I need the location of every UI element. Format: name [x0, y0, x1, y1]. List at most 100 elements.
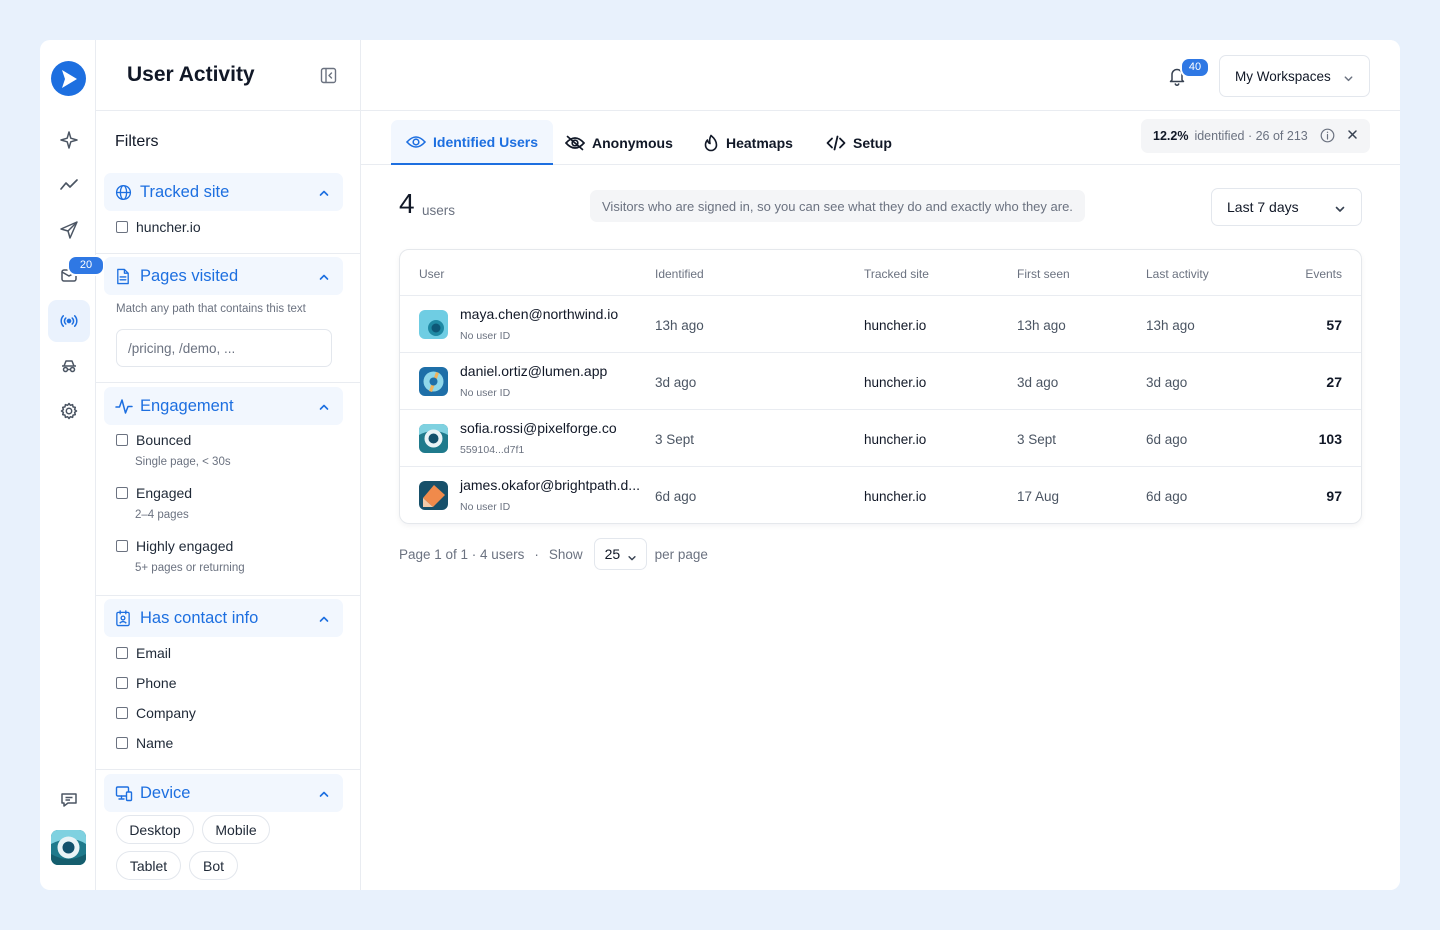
user-email[interactable]: sofia.rossi@pixelforge.co: [460, 420, 617, 436]
chevron-up-icon: [318, 269, 330, 288]
user-count-unit: users: [422, 203, 456, 218]
date-range-label: Last 7 days: [1227, 199, 1299, 215]
bounced-checkbox[interactable]: Bounced: [116, 432, 191, 448]
tab-label: Identified Users: [433, 133, 539, 150]
events-cell: 57: [1326, 317, 1342, 333]
path-filter-input[interactable]: [116, 329, 332, 367]
checkbox[interactable]: [116, 221, 128, 233]
table-header: User Identified Tracked site First seen …: [400, 250, 1361, 296]
bounced-description: Single page, < 30s: [135, 456, 231, 468]
last-activity-cell: 6d ago: [1146, 489, 1188, 504]
pages-visited-header[interactable]: Pages visited: [104, 257, 343, 295]
tab-heatmaps[interactable]: Heatmaps: [703, 120, 793, 165]
trend-icon[interactable]: [48, 164, 90, 206]
page-title: User Activity: [127, 63, 255, 86]
tracked-site-checkbox[interactable]: huncher.io: [116, 219, 201, 235]
identified-cell: 6d ago: [655, 489, 697, 504]
column-last-activity[interactable]: Last activity: [1146, 267, 1209, 281]
user-id: 559104...d7f1: [460, 444, 525, 456]
site-cell: huncher.io: [864, 375, 927, 390]
checkbox-label: Name: [136, 735, 174, 751]
per-page-label: per page: [654, 546, 708, 562]
checkbox-label: Highly engaged: [136, 538, 234, 554]
contact-card-icon: [115, 609, 133, 627]
checkbox-label: Bounced: [136, 432, 192, 448]
incognito-icon[interactable]: [48, 345, 90, 387]
phone-checkbox[interactable]: Phone: [116, 675, 176, 691]
user-avatar: [419, 424, 448, 453]
sparkle-icon[interactable]: [48, 119, 90, 161]
flame-icon: [703, 134, 719, 152]
name-checkbox[interactable]: Name: [116, 735, 173, 751]
email-checkbox[interactable]: Email: [116, 645, 171, 661]
divider: [96, 769, 361, 770]
table-row[interactable]: james.okafor@brightpath.d... No user ID …: [400, 467, 1361, 523]
separator: ·: [534, 546, 539, 562]
workspace-select[interactable]: My Workspaces: [1219, 55, 1370, 97]
device-chip-desktop[interactable]: Desktop: [116, 815, 194, 844]
gear-icon[interactable]: [48, 390, 90, 432]
checkbox[interactable]: [116, 737, 128, 749]
checkbox[interactable]: [116, 677, 128, 689]
live-signal-icon[interactable]: [48, 300, 90, 342]
feedback-icon[interactable]: [48, 779, 90, 821]
icon-rail: 20: [40, 40, 105, 890]
column-identified[interactable]: Identified: [655, 267, 704, 281]
tab-anonymous[interactable]: Anonymous: [565, 120, 673, 165]
events-cell: 103: [1318, 431, 1342, 447]
table-row[interactable]: daniel.ortiz@lumen.app No user ID 3d ago…: [400, 353, 1361, 410]
identified-cell: 3 Sept: [655, 432, 695, 447]
code-icon: [826, 135, 846, 151]
highly-engaged-checkbox[interactable]: Highly engaged: [116, 538, 233, 554]
identified-description: Visitors who are signed in, so you can s…: [590, 190, 1085, 222]
checkbox[interactable]: [116, 487, 128, 499]
checkbox[interactable]: [116, 647, 128, 659]
user-email[interactable]: james.okafor@brightpath.d...: [460, 477, 640, 493]
device-chip-bot[interactable]: Bot: [189, 851, 238, 880]
divider: [96, 595, 361, 596]
tab-setup[interactable]: Setup: [826, 120, 892, 165]
device-header[interactable]: Device: [104, 774, 343, 812]
date-range-select[interactable]: Last 7 days: [1211, 188, 1362, 226]
table-row[interactable]: sofia.rossi@pixelforge.co 559104...d7f1 …: [400, 410, 1361, 467]
checkbox[interactable]: [116, 540, 128, 552]
info-icon[interactable]: [1320, 128, 1335, 146]
user-email[interactable]: daniel.ortiz@lumen.app: [460, 363, 607, 379]
logo-icon[interactable]: [51, 61, 86, 96]
site-cell: huncher.io: [864, 489, 927, 504]
device-chip-tablet[interactable]: Tablet: [116, 851, 181, 880]
pages-visited-title: Pages visited: [140, 266, 239, 285]
user-email[interactable]: maya.chen@northwind.io: [460, 306, 618, 322]
company-checkbox[interactable]: Company: [116, 705, 196, 721]
events-cell: 97: [1326, 488, 1342, 504]
main-content: 40 My Workspaces Identified Users Anonym…: [361, 40, 1400, 890]
device-chip-mobile[interactable]: Mobile: [202, 815, 270, 844]
engaged-checkbox[interactable]: Engaged: [116, 485, 192, 501]
contact-info-header[interactable]: Has contact info: [104, 599, 343, 637]
pulse-icon: [115, 397, 133, 415]
send-icon[interactable]: [48, 209, 90, 251]
tab-identified-users[interactable]: Identified Users: [391, 120, 554, 165]
column-user[interactable]: User: [419, 267, 444, 281]
engagement-header[interactable]: Engagement: [104, 387, 343, 425]
show-label: Show: [548, 546, 583, 562]
first-seen-cell: 13h ago: [1017, 318, 1066, 333]
column-tracked-site[interactable]: Tracked site: [864, 267, 929, 281]
user-id: No user ID: [460, 501, 511, 513]
tracked-site-header[interactable]: Tracked site: [104, 173, 343, 211]
first-seen-cell: 17 Aug: [1017, 489, 1060, 504]
avatar[interactable]: [51, 830, 86, 865]
filters-header: User Activity: [96, 40, 360, 111]
column-first-seen[interactable]: First seen: [1017, 267, 1070, 281]
chevron-down-icon: [1343, 72, 1354, 87]
checkbox[interactable]: [116, 434, 128, 446]
table-row[interactable]: maya.chen@northwind.io No user ID 13h ag…: [400, 296, 1361, 353]
users-table: User Identified Tracked site First seen …: [399, 249, 1362, 524]
checkbox[interactable]: [116, 707, 128, 719]
per-page-select[interactable]: 25: [593, 538, 647, 570]
collapse-sidebar-icon[interactable]: [320, 67, 337, 89]
close-icon[interactable]: [1346, 128, 1359, 144]
column-events[interactable]: Events: [1305, 267, 1342, 281]
notification-badge: 40: [1180, 57, 1210, 78]
engagement-title: Engagement: [140, 396, 234, 415]
